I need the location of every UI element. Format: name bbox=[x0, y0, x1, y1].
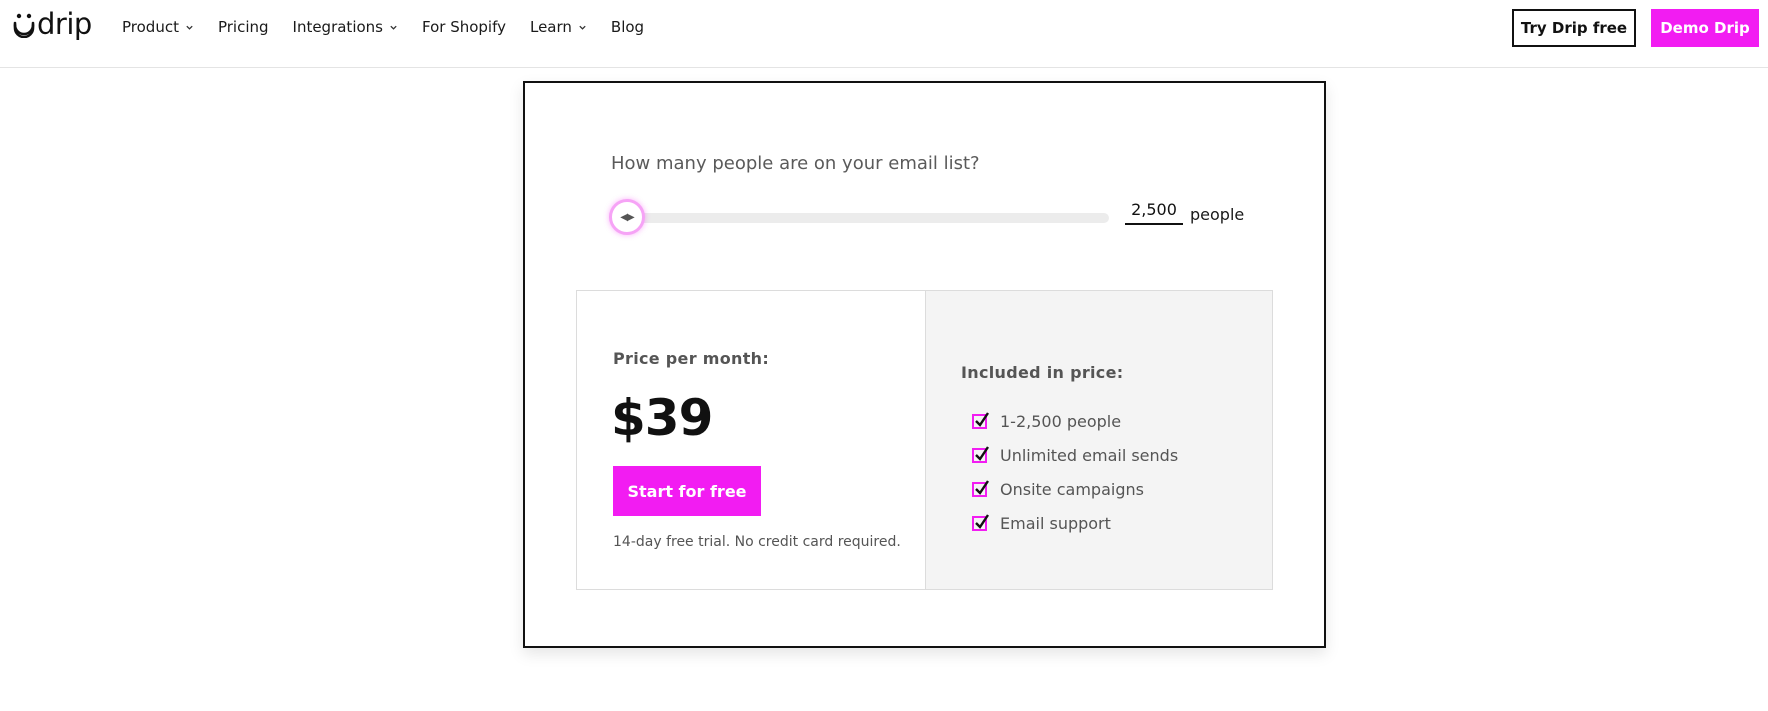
trial-note: 14-day free trial. No credit card requir… bbox=[613, 534, 901, 550]
main-nav: Product Pricing Integrations For Shopify… bbox=[122, 0, 668, 54]
nav-item-label: For Shopify bbox=[421, 18, 506, 36]
included-panel: Included in price: 1-2,500 people Unlimi… bbox=[925, 291, 1272, 589]
checkbox-checked-icon bbox=[972, 446, 989, 463]
list-size-slider-handle[interactable]: ◀▶ bbox=[609, 199, 645, 235]
try-drip-free-button[interactable]: Try Drip free bbox=[1512, 9, 1636, 47]
list-item: Onsite campaigns bbox=[972, 472, 1178, 506]
feature-text: Onsite campaigns bbox=[1000, 479, 1144, 499]
checkbox-checked-icon bbox=[972, 480, 989, 497]
nav-item-label: Learn bbox=[529, 18, 572, 36]
chevron-down-icon bbox=[390, 25, 397, 30]
list-item: Email support bbox=[972, 506, 1178, 540]
nav-item-label: Pricing bbox=[217, 18, 269, 36]
nav-item-blog[interactable]: Blog bbox=[611, 18, 644, 36]
list-item: Unlimited email sends bbox=[972, 438, 1178, 472]
checkbox-checked-icon bbox=[972, 514, 989, 531]
included-in-price-label: Included in price: bbox=[961, 363, 1124, 382]
checkbox-checked-icon bbox=[972, 412, 989, 429]
site-header: drip Product Pricing Integrations For Sh… bbox=[0, 0, 1768, 68]
start-for-free-button[interactable]: Start for free bbox=[613, 466, 761, 516]
nav-item-product[interactable]: Product bbox=[122, 18, 194, 36]
chevron-down-icon bbox=[186, 25, 193, 30]
chevron-down-icon bbox=[579, 25, 586, 30]
drip-logo[interactable]: drip bbox=[13, 10, 92, 39]
pricing-calculator-card: How many people are on your email list? … bbox=[523, 81, 1326, 648]
nav-item-pricing[interactable]: Pricing bbox=[218, 18, 269, 36]
nav-item-label: Product bbox=[122, 18, 179, 36]
logo-wordmark: drip bbox=[37, 7, 92, 41]
nav-item-integrations[interactable]: Integrations bbox=[293, 18, 398, 36]
nav-item-label: Blog bbox=[610, 18, 645, 36]
demo-drip-button[interactable]: Demo Drip bbox=[1651, 9, 1759, 47]
monthly-price: $39 bbox=[611, 389, 713, 447]
feature-text: Email support bbox=[1000, 513, 1111, 533]
people-count-input[interactable] bbox=[1125, 195, 1183, 225]
price-per-month-label: Price per month: bbox=[613, 349, 770, 368]
feature-text: Unlimited email sends bbox=[1000, 445, 1179, 465]
nav-item-learn[interactable]: Learn bbox=[530, 18, 587, 36]
price-summary: Price per month: $39 Start for free 14-d… bbox=[576, 290, 1273, 590]
nav-item-for-shopify[interactable]: For Shopify bbox=[422, 18, 506, 36]
list-size-slider-track[interactable] bbox=[621, 213, 1109, 223]
list-size-question: How many people are on your email list? bbox=[611, 153, 980, 174]
feature-list: 1-2,500 people Unlimited email sends Ons… bbox=[972, 404, 1178, 540]
drip-smile-icon bbox=[13, 13, 35, 38]
nav-item-label: Integrations bbox=[292, 18, 383, 36]
feature-text: 1-2,500 people bbox=[1000, 411, 1122, 431]
price-panel: Price per month: $39 Start for free 14-d… bbox=[577, 291, 925, 589]
list-item: 1-2,500 people bbox=[972, 404, 1178, 438]
people-unit-label: people bbox=[1190, 205, 1245, 224]
arrows-horizontal-icon: ◀▶ bbox=[620, 211, 634, 223]
